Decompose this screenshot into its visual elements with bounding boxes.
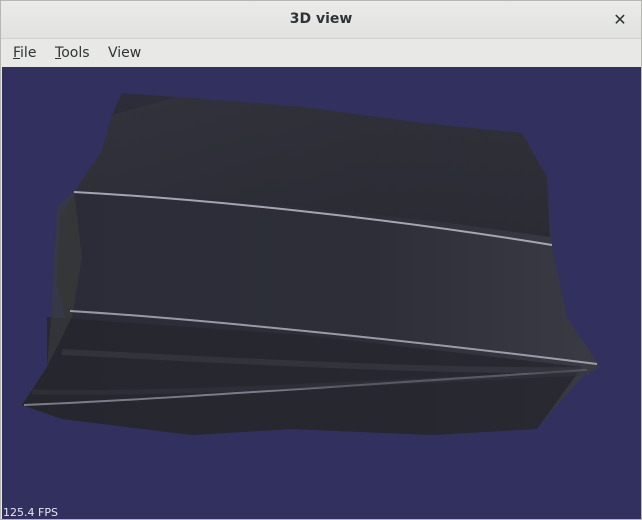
menu-view-label: View <box>108 45 142 61</box>
fps-counter: 125.4 FPS <box>3 506 58 519</box>
menu-file-label: ile <box>20 45 37 61</box>
menu-tools[interactable]: Tools <box>55 45 90 61</box>
menu-tools-label: ools <box>61 45 90 61</box>
menu-file[interactable]: File <box>13 45 36 61</box>
title-bar[interactable]: 3D view ✕ <box>1 1 641 39</box>
close-icon[interactable]: ✕ <box>609 9 631 31</box>
point-cloud-render <box>22 93 600 435</box>
menu-view[interactable]: View <box>108 45 141 61</box>
3d-viewport[interactable]: 125.4 FPS <box>2 67 641 519</box>
app-window: 3D view ✕ File Tools View 125.4 FPS <box>0 0 642 520</box>
menu-file-mnemonic: F <box>13 45 21 61</box>
window-title: 3D view <box>289 11 353 27</box>
menu-bar: File Tools View <box>1 39 641 67</box>
